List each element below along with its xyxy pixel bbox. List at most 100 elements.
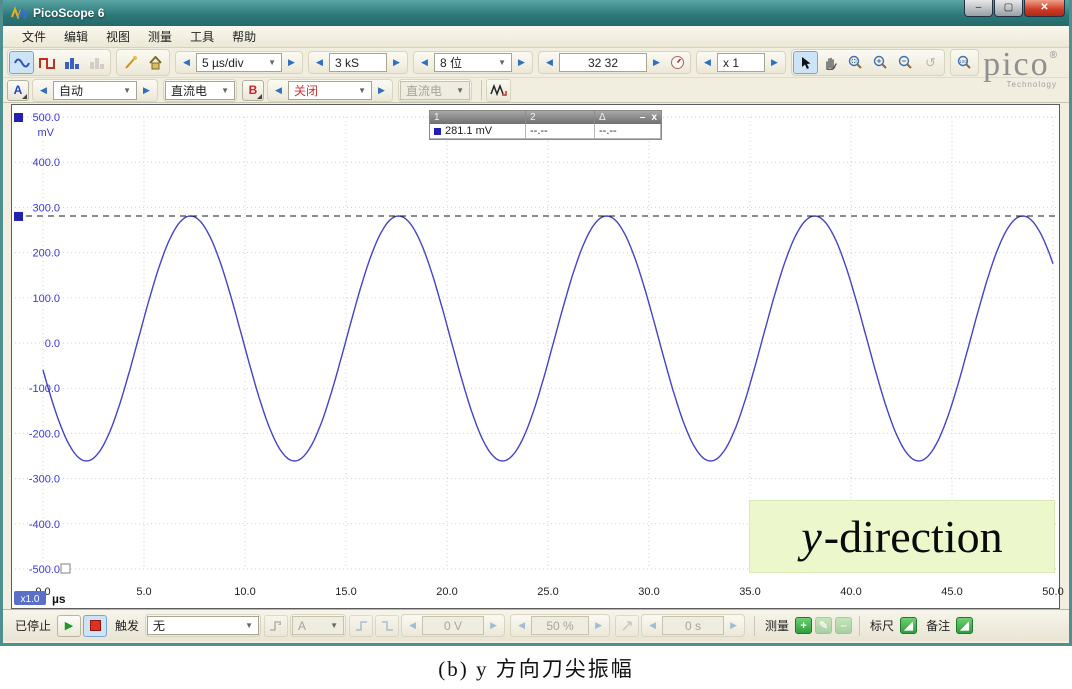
segments-input[interactable]: 32 32 xyxy=(559,53,647,72)
stop-button[interactable] xyxy=(83,615,107,637)
segment-navigator-button[interactable] xyxy=(666,52,689,73)
samples-value: 3 kS xyxy=(335,56,359,70)
normal-selection-button[interactable] xyxy=(793,51,818,74)
scope-view[interactable]: 500.0400.0300.0200.0100.00.0-100.0-200.0… xyxy=(11,104,1060,609)
menu-edit[interactable]: 编辑 xyxy=(55,26,97,47)
zoom-decrease-button[interactable]: ◀ xyxy=(698,53,717,72)
channel-b-range-next-button[interactable]: ▶ xyxy=(372,81,391,100)
menu-measure[interactable]: 测量 xyxy=(139,26,181,47)
delay-input: 0 s xyxy=(662,616,724,635)
trigger-source-select: A▼ xyxy=(292,616,344,635)
channel-a-range-control: ◀ 自动▼ ▶ xyxy=(32,79,158,102)
ruler-handle-inactive[interactable] xyxy=(61,564,70,573)
resolution-prev-button[interactable]: ◀ xyxy=(415,53,434,72)
delay-decrease-button: ◀ xyxy=(643,616,662,635)
title-bar[interactable]: PicoScope 6 – ▢ ✕ xyxy=(3,0,1069,26)
trigger-label: 触发 xyxy=(115,617,139,634)
menu-help[interactable]: 帮助 xyxy=(223,26,265,47)
marquee-zoom-button[interactable] xyxy=(843,51,868,74)
y-direction-italic: y xyxy=(801,510,821,563)
minimize-button[interactable]: – xyxy=(964,0,993,17)
resolution-select[interactable]: 8 位▼ xyxy=(434,53,512,72)
histogram-gray-icon xyxy=(89,56,105,70)
x-tick-label: 50.0 xyxy=(1042,586,1063,598)
channel-b-coupling-select: 直流电▼ xyxy=(400,81,470,100)
pico-logo: pico® Technology xyxy=(983,50,1057,89)
undo-arrow-icon: ↺ xyxy=(925,55,936,71)
close-button[interactable]: ✕ xyxy=(1024,0,1065,17)
zoom-factor-value: x 1 xyxy=(723,56,739,70)
pico-logo-text: pico xyxy=(983,46,1050,83)
legend-close-button[interactable]: x xyxy=(651,112,657,123)
spectrum-mode-button[interactable] xyxy=(34,51,59,74)
x-tick-label: 40.0 xyxy=(840,586,861,598)
chevron-down-icon: ▼ xyxy=(350,86,366,95)
channel-b-range-select[interactable]: 关闭▼ xyxy=(288,81,372,100)
segments-prev-button[interactable]: ◀ xyxy=(540,53,559,72)
home-icon xyxy=(148,56,163,70)
trigger-mode-select[interactable]: 无▼ xyxy=(147,616,259,635)
channel-b-range-prev-button[interactable]: ◀ xyxy=(269,81,288,100)
channel-a-coupling-select[interactable]: 直流电▼ xyxy=(165,81,235,100)
y-axis-unit-label: mV xyxy=(38,127,55,139)
y-tick-label: 200.0 xyxy=(32,248,60,260)
chevron-down-icon: ▼ xyxy=(213,86,229,95)
ruler2-value: --.-- xyxy=(526,124,595,139)
channel-a-button[interactable]: A xyxy=(7,80,29,101)
math-channel-icon xyxy=(490,83,507,97)
channel-a-range-prev-button[interactable]: ◀ xyxy=(34,81,53,100)
notes-label: 备注 xyxy=(926,617,950,634)
add-measurement-button[interactable]: + xyxy=(795,617,812,634)
zoom-increase-button[interactable]: ▶ xyxy=(765,53,784,72)
menu-view[interactable]: 视图 xyxy=(97,26,139,47)
resolution-control: ◀ 8 位▼ ▶ xyxy=(413,51,533,74)
zoom-full-button[interactable]: 100 xyxy=(952,51,977,74)
samples-decrease-button[interactable]: ◀ xyxy=(310,53,329,72)
y-tick-label: 100.0 xyxy=(32,293,60,305)
y-direction-rest: -direction xyxy=(824,510,1003,563)
samples-input[interactable]: 3 kS xyxy=(329,53,387,72)
segments-next-button[interactable]: ▶ xyxy=(647,53,666,72)
legend-minimize-button[interactable]: – xyxy=(640,112,646,123)
resolution-next-button[interactable]: ▶ xyxy=(512,53,531,72)
edge-up-icon xyxy=(355,620,368,632)
pretrigger-control: ◀ 50 % ▶ xyxy=(510,614,610,637)
scope-mode-button[interactable] xyxy=(9,51,34,74)
zoom-factor-input[interactable]: x 1 xyxy=(717,53,765,72)
edit-measurement-button: ✎ xyxy=(815,617,832,634)
x-tick-label: 30.0 xyxy=(638,586,659,598)
zoom-out-button[interactable] xyxy=(893,51,918,74)
zoom-in-button[interactable] xyxy=(868,51,893,74)
timebase-select[interactable]: 5 µs/div▼ xyxy=(196,53,282,72)
channel-a-range-select[interactable]: 自动▼ xyxy=(53,81,137,100)
undo-zoom-button: ↺ xyxy=(918,51,943,74)
math-channels-button[interactable] xyxy=(486,79,511,102)
setup-wizard-button[interactable] xyxy=(118,51,143,74)
restore-button[interactable]: ▢ xyxy=(994,0,1023,17)
notes-button[interactable]: ◢ xyxy=(956,617,973,634)
chevron-down-icon: ▼ xyxy=(322,621,338,630)
timebase-next-button[interactable]: ▶ xyxy=(282,53,301,72)
hand-tool-button[interactable] xyxy=(818,51,843,74)
persistence-mode-button[interactable] xyxy=(59,51,84,74)
ruler-legend-overlay[interactable]: 1 2 Δ – x 281.1 mV --.-- --.-- xyxy=(429,110,662,140)
start-button[interactable]: ▶ xyxy=(57,615,81,637)
gauge-icon xyxy=(670,55,685,70)
rulers-button[interactable]: ◢ xyxy=(900,617,917,634)
channel-b-coupling-control: 直流电▼ xyxy=(398,79,472,102)
channel-a-offset-marker[interactable] xyxy=(14,113,23,122)
samples-increase-button[interactable]: ▶ xyxy=(387,53,406,72)
ruler-handle[interactable] xyxy=(14,212,23,221)
menu-tools[interactable]: 工具 xyxy=(181,26,223,47)
chevron-down-icon: ▼ xyxy=(448,86,464,95)
play-icon: ▶ xyxy=(65,619,73,632)
menu-file[interactable]: 文件 xyxy=(13,26,55,47)
home-button[interactable] xyxy=(143,51,168,74)
channel-a-range-next-button[interactable]: ▶ xyxy=(137,81,156,100)
channel-a-range-value: 自动 xyxy=(59,82,83,99)
timebase-prev-button[interactable]: ◀ xyxy=(177,53,196,72)
threshold-input: 0 V xyxy=(422,616,484,635)
channel-b-button[interactable]: B xyxy=(242,80,264,101)
ruler-legend-col2: 2 xyxy=(526,111,595,124)
x-tick-label: 25.0 xyxy=(537,586,558,598)
